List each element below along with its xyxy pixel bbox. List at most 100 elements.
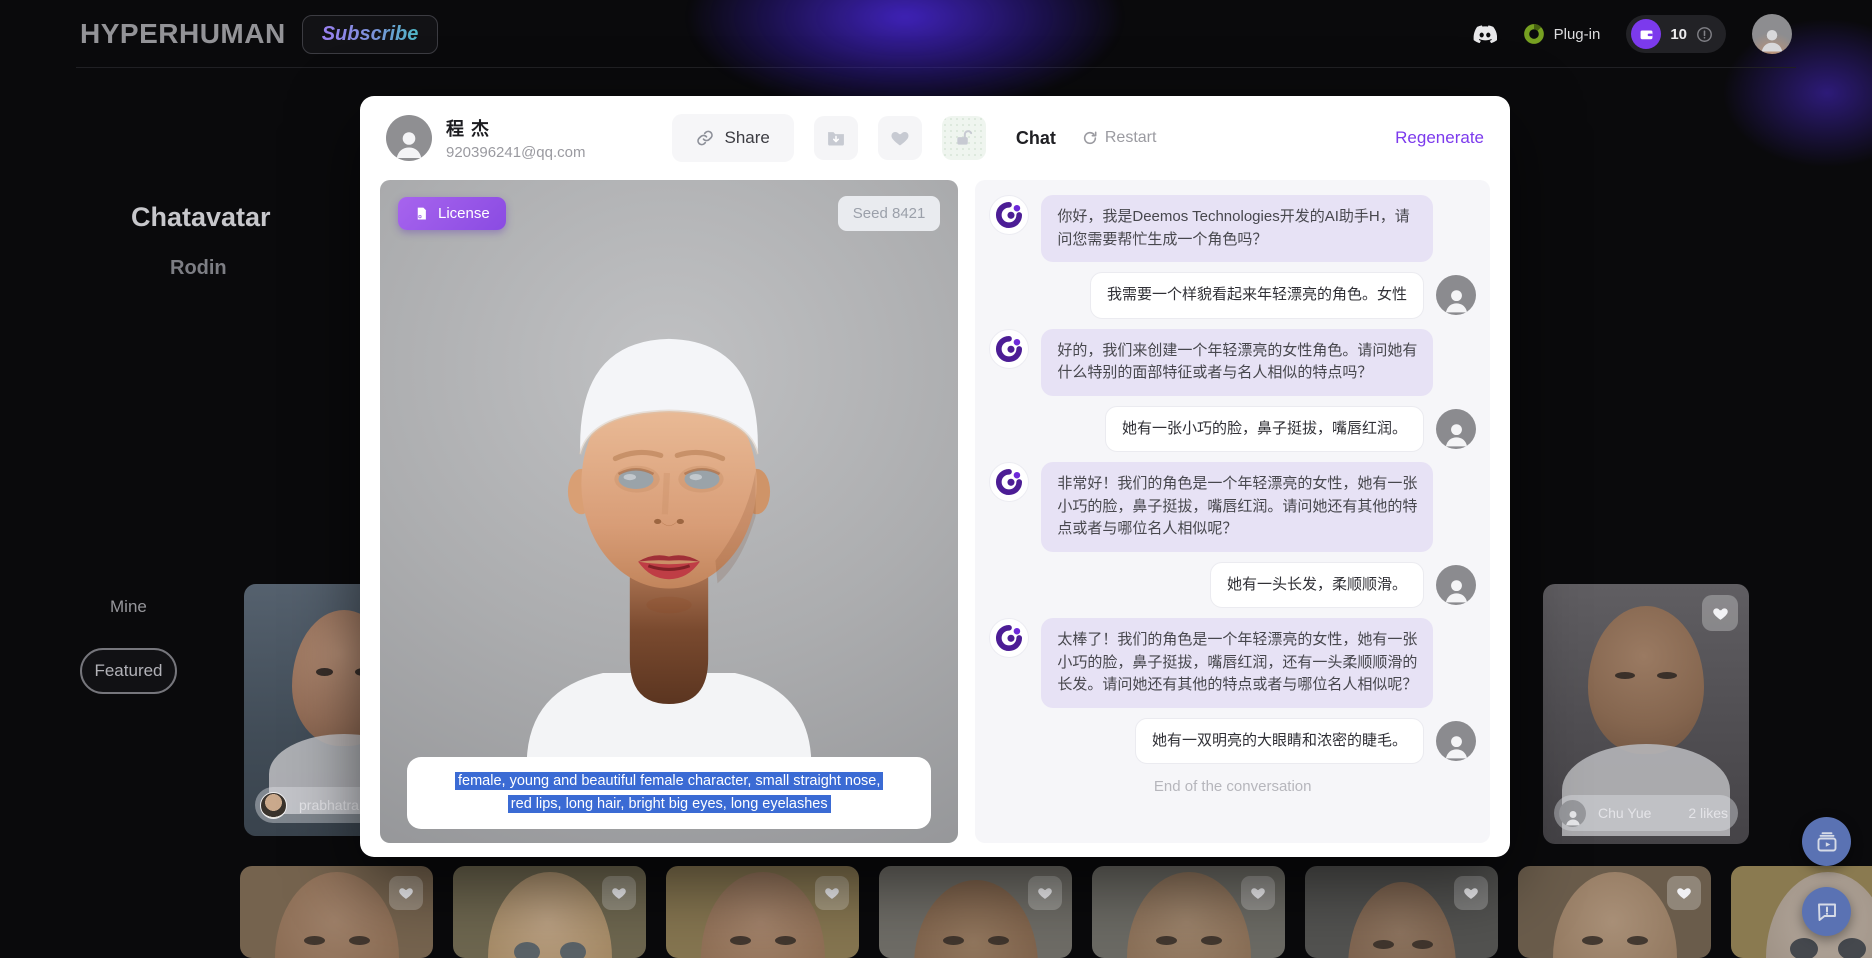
credits-count: 10 — [1670, 26, 1687, 43]
owner-avatar — [386, 115, 432, 161]
like-button[interactable] — [1667, 876, 1701, 910]
discord-icon[interactable] — [1473, 22, 1497, 46]
heart-icon — [890, 128, 910, 148]
header-actions: Plug-in 10 — [1473, 14, 1792, 54]
gallery-card[interactable] — [240, 866, 433, 958]
refresh-icon — [1082, 130, 1098, 146]
brand-logo: HYPERHUMAN — [80, 18, 286, 50]
chat-history-panel[interactable]: 你好，我是Deemos Technologies开发的AI助手H，请问您需要帮忙… — [975, 180, 1490, 843]
modal-body: License Seed 8421 female, young and beau… — [360, 180, 1510, 843]
tutorial-videos-button[interactable] — [1802, 817, 1851, 866]
filter-featured[interactable]: Featured — [80, 648, 177, 694]
like-button[interactable] — [1454, 876, 1488, 910]
gallery-card[interactable] — [1305, 866, 1498, 958]
chat-message-bot: 太棒了！我们的角色是一个年轻漂亮的女性，她有一张小巧的脸，鼻子挺拔，嘴唇红润，还… — [989, 618, 1476, 708]
owner-meta: 程 杰 920396241@qq.com — [446, 115, 586, 161]
user-avatar — [1436, 721, 1476, 761]
chat-message-bot: 非常好！我们的角色是一个年轻漂亮的女性，她有一张小巧的脸，鼻子挺拔，嘴唇红润。请… — [989, 462, 1476, 552]
author-avatar — [260, 792, 287, 819]
like-button[interactable] — [1241, 876, 1275, 910]
card-author-bar: Chu Yue 2 likes — [1554, 795, 1738, 831]
plugin-icon — [1523, 23, 1545, 45]
account-avatar[interactable] — [1752, 14, 1792, 54]
author-name: Chu Yue — [1598, 805, 1651, 821]
chat-message-user: 她有一头长发，柔顺顺滑。 — [989, 562, 1476, 609]
restart-button[interactable]: Restart — [1082, 129, 1157, 147]
like-button[interactable] — [1702, 595, 1738, 631]
nav-rodin[interactable]: Rodin — [170, 257, 227, 280]
folder-download-icon — [826, 128, 846, 148]
user-avatar — [1436, 275, 1476, 315]
gallery-card[interactable] — [1518, 866, 1711, 958]
lock-open-icon — [954, 128, 974, 148]
avatar-detail-modal: 程 杰 920396241@qq.com Share Chat Restart … — [360, 96, 1510, 857]
avatar-3d-viewer[interactable]: License Seed 8421 female, young and beau… — [380, 180, 958, 843]
prompt-text-line1: female, young and beautiful female chara… — [455, 772, 883, 790]
user-avatar — [1436, 409, 1476, 449]
likes-count: 2 likes — [1688, 805, 1728, 821]
owner-email: 920396241@qq.com — [446, 144, 586, 161]
tab-chat[interactable]: Chat — [1016, 128, 1056, 149]
bot-bubble: 太棒了！我们的角色是一个年轻漂亮的女性，她有一张小巧的脸，鼻子挺拔，嘴唇红润，还… — [1041, 618, 1433, 708]
seed-badge: Seed 8421 — [838, 196, 941, 231]
chat-message-bot: 你好，我是Deemos Technologies开发的AI助手H，请问您需要帮忙… — [989, 195, 1476, 262]
bot-avatar — [989, 618, 1029, 658]
license-badge[interactable]: License — [398, 197, 506, 230]
user-bubble: 她有一张小巧的脸，鼻子挺拔，嘴唇红润。 — [1105, 406, 1424, 453]
bot-bubble: 你好，我是Deemos Technologies开发的AI助手H，请问您需要帮忙… — [1041, 195, 1433, 262]
chat-message-user: 她有一双明亮的大眼睛和浓密的睫毛。 — [989, 718, 1476, 765]
bot-avatar — [989, 195, 1029, 235]
subscribe-button[interactable]: Subscribe — [302, 15, 439, 54]
credits-pill[interactable]: 10 — [1626, 15, 1726, 53]
license-doc-icon — [414, 206, 429, 221]
like-button[interactable] — [815, 876, 849, 910]
owner-name: 程 杰 — [446, 115, 586, 141]
favorite-button[interactable] — [878, 116, 922, 160]
download-folder-button[interactable] — [814, 116, 858, 160]
bot-avatar — [989, 329, 1029, 369]
generated-avatar-render — [504, 318, 834, 762]
avatar-thumbnail — [914, 880, 1038, 958]
like-button[interactable] — [1028, 876, 1062, 910]
user-bubble: 我需要一个样貌看起来年轻漂亮的角色。女性 — [1090, 272, 1424, 319]
like-button[interactable] — [602, 876, 636, 910]
feedback-bubble-icon — [1815, 900, 1839, 924]
modal-header: 程 杰 920396241@qq.com Share Chat Restart … — [360, 96, 1510, 180]
gallery-card-chu-yue[interactable]: Chu Yue 2 likes — [1543, 584, 1749, 844]
plugin-label: Plug-in — [1554, 26, 1601, 43]
video-library-icon — [1815, 830, 1839, 854]
avatar-thumbnail — [1127, 872, 1251, 958]
gallery-card[interactable] — [666, 866, 859, 958]
avatar-thumbnail — [275, 872, 399, 958]
avatar-thumbnail — [701, 872, 825, 958]
bot-avatar — [989, 462, 1029, 502]
gallery-card[interactable] — [453, 866, 646, 958]
bot-bubble: 非常好！我们的角色是一个年轻漂亮的女性，她有一张小巧的脸，鼻子挺拔，嘴唇红润。请… — [1041, 462, 1433, 552]
gallery-card[interactable] — [1092, 866, 1285, 958]
privacy-toggle-button[interactable] — [942, 116, 986, 160]
share-button[interactable]: Share — [672, 114, 794, 162]
info-icon[interactable] — [1696, 26, 1713, 43]
avatar-thumbnail — [1348, 882, 1456, 958]
bot-bubble: 好的，我们来创建一个年轻漂亮的女性角色。请问她有什么特别的面部特征或者与名人相似… — [1041, 329, 1433, 396]
chat-message-user: 我需要一个样貌看起来年轻漂亮的角色。女性 — [989, 272, 1476, 319]
avatar-thumbnail — [1553, 872, 1677, 958]
plugin-link[interactable]: Plug-in — [1523, 23, 1601, 45]
prompt-text-line2: red lips, long hair, bright big eyes, lo… — [508, 795, 831, 813]
nav-chatavatar[interactable]: Chatavatar — [131, 202, 271, 233]
chat-message-bot: 好的，我们来创建一个年轻漂亮的女性角色。请问她有什么特别的面部特征或者与名人相似… — [989, 329, 1476, 396]
feedback-button[interactable] — [1802, 887, 1851, 936]
avatar-thumbnail — [488, 872, 612, 958]
like-button[interactable] — [389, 876, 423, 910]
user-bubble: 她有一双明亮的大眼睛和浓密的睫毛。 — [1135, 718, 1424, 765]
gallery-card[interactable] — [879, 866, 1072, 958]
filter-mine[interactable]: Mine — [110, 597, 147, 617]
regenerate-button[interactable]: Regenerate — [1395, 128, 1484, 148]
avatar-thumbnail — [1588, 606, 1704, 754]
author-avatar — [1559, 800, 1586, 827]
user-avatar — [1436, 565, 1476, 605]
wallet-icon — [1631, 19, 1661, 49]
prompt-box: female, young and beautiful female chara… — [407, 757, 931, 829]
end-of-conversation-label: End of the conversation — [989, 778, 1476, 795]
chat-message-user: 她有一张小巧的脸，鼻子挺拔，嘴唇红润。 — [989, 406, 1476, 453]
